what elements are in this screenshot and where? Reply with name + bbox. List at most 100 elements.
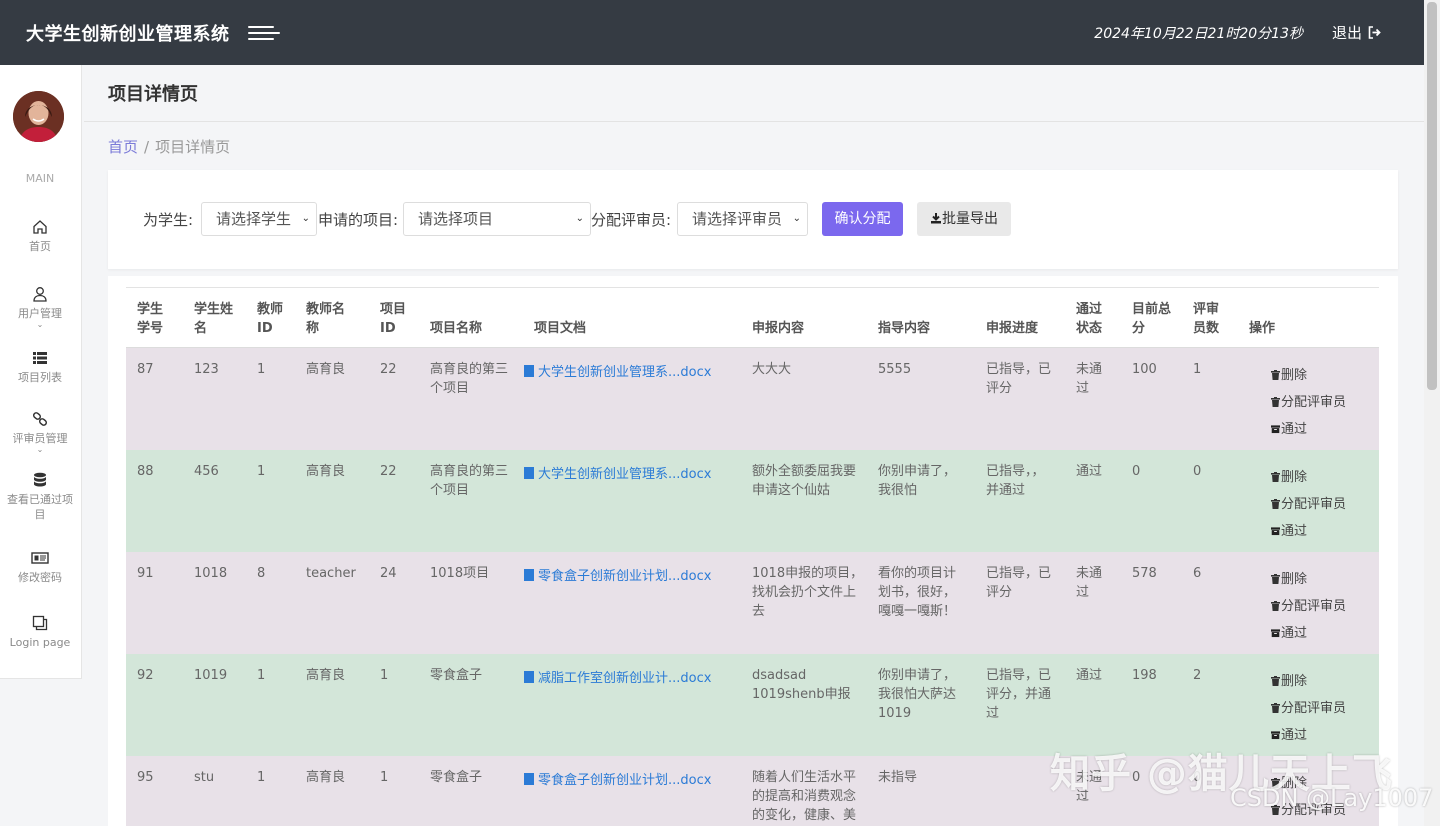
sidebar-item-home[interactable]: 首页 bbox=[0, 218, 80, 254]
batch-export-button[interactable]: 批量导出 bbox=[917, 202, 1011, 236]
sidebar-item-label: 项目列表 bbox=[18, 371, 62, 384]
trash-icon bbox=[1271, 574, 1280, 584]
sidebar-item-label: 用户管理 bbox=[18, 307, 62, 320]
trash-icon bbox=[1271, 676, 1280, 686]
breadcrumb: 首页 / 项目详情页 bbox=[108, 138, 231, 156]
cell-student-id: 88 bbox=[137, 464, 154, 479]
project-doc-link[interactable]: 大学生创新创业管理系...docx bbox=[524, 465, 711, 484]
sidebar-item-reviewer-management[interactable]: 评审员管理 ⌄ bbox=[0, 410, 80, 454]
reviewer-select-value: 请选择评审员 bbox=[692, 210, 783, 228]
assign-reviewer-button[interactable]: 分配评审员 bbox=[1271, 697, 1346, 716]
project-doc-link[interactable]: 零食盒子创新创业计划...docx bbox=[524, 771, 711, 790]
cell-content: dsadsad 1019shenb申报 bbox=[752, 668, 851, 702]
cell-project-name: 高育良的第三 个项目 bbox=[430, 464, 509, 498]
menu-toggle-icon[interactable] bbox=[247, 23, 280, 43]
file-icon bbox=[524, 671, 534, 683]
scrollbar-thumb[interactable] bbox=[1427, 2, 1437, 390]
cell-status: 未通过 bbox=[1076, 566, 1103, 600]
breadcrumb-home-link[interactable]: 首页 bbox=[108, 138, 138, 156]
cell-project-name: 零食盒子 bbox=[430, 770, 483, 785]
cell-reviewers: 6 bbox=[1193, 566, 1202, 581]
divider bbox=[84, 121, 1424, 122]
col-teacher-id: 教师 ID bbox=[257, 302, 284, 336]
approve-button[interactable]: 通过 bbox=[1271, 418, 1307, 437]
cell-project-id: 24 bbox=[380, 566, 397, 581]
cell-status: 未通过 bbox=[1076, 362, 1103, 396]
project-doc-link[interactable]: 大学生创新创业管理系...docx bbox=[524, 363, 711, 382]
delete-button[interactable]: 删除 bbox=[1271, 670, 1307, 689]
delete-button[interactable]: 删除 bbox=[1271, 568, 1307, 587]
student-select[interactable]: 请选择学生 ⌄ bbox=[201, 202, 317, 236]
project-select-value: 请选择项目 bbox=[418, 210, 494, 228]
cell-score: 198 bbox=[1132, 668, 1157, 683]
assign-reviewer-button[interactable]: 分配评审员 bbox=[1271, 493, 1346, 512]
database-icon bbox=[34, 472, 46, 487]
cell-guidance: 看你的项目计 划书，很好， 嘎嘎一嘎斯！ bbox=[878, 566, 957, 619]
cell-student-id: 95 bbox=[137, 770, 154, 785]
confirm-assign-button[interactable]: 确认分配 bbox=[822, 202, 903, 236]
student-select-value: 请选择学生 bbox=[216, 210, 292, 228]
cell-student-name: 123 bbox=[194, 362, 219, 377]
logout-label: 退出 bbox=[1331, 24, 1362, 42]
cell-teacher-id: 8 bbox=[257, 566, 266, 581]
approve-button[interactable]: 通过 bbox=[1271, 622, 1307, 641]
col-progress: 申报进度 bbox=[986, 321, 1039, 336]
assign-reviewer-button[interactable]: 分配评审员 bbox=[1271, 595, 1346, 614]
download-icon bbox=[931, 213, 941, 224]
sidebar-item-label: 查看已通过项目 bbox=[7, 493, 73, 521]
col-project-doc: 项目文档 bbox=[534, 321, 587, 336]
chevron-down-icon: ⌄ bbox=[301, 213, 310, 224]
reviewer-select[interactable]: 请选择评审员 ⌄ bbox=[677, 202, 808, 236]
project-doc-link[interactable]: 零食盒子创新创业计划...docx bbox=[524, 567, 711, 586]
cell-project-id: 1 bbox=[380, 668, 389, 683]
table-row: 91 1018 8 teacher 24 1018项目 1018申报的项目， 找机会扔个文件上… bbox=[126, 552, 1379, 654]
delete-button[interactable]: 删除 bbox=[1271, 466, 1307, 485]
trash-icon bbox=[1271, 370, 1280, 380]
sidebar-item-user-management[interactable]: 用户管理 ⌄ bbox=[0, 285, 80, 329]
file-icon bbox=[524, 773, 534, 785]
approve-button[interactable]: 通过 bbox=[1271, 520, 1307, 539]
cell-guidance: 你别申请了， 我很怕大萨达 1019 bbox=[878, 668, 957, 721]
cell-student-name: 1018 bbox=[194, 566, 228, 581]
col-reviewers: 评审 员数 bbox=[1193, 302, 1220, 336]
pages-icon bbox=[32, 615, 48, 631]
sidebar-item-project-list[interactable]: 项目列表 bbox=[0, 349, 80, 385]
cell-student-name: 1019 bbox=[194, 668, 228, 683]
project-select[interactable]: 请选择项目 ⌄ bbox=[403, 202, 591, 236]
cell-teacher-id: 1 bbox=[257, 770, 266, 785]
logout-button[interactable]: 退出 bbox=[1332, 22, 1382, 43]
sidebar-item-label: 首页 bbox=[29, 240, 51, 253]
sidebar-item-approved-projects[interactable]: 查看已通过项目 bbox=[0, 471, 80, 522]
sidebar-item-label: 修改密码 bbox=[18, 571, 62, 584]
cell-project-name: 零食盒子 bbox=[430, 668, 483, 683]
list-icon bbox=[33, 352, 47, 364]
cell-teacher-id: 1 bbox=[257, 668, 266, 683]
project-doc-link[interactable]: 减脂工作室创新创业计...docx bbox=[524, 669, 711, 688]
cell-content: 随着人们生活水平 的提高和消费观念 的变化，健康、美 bbox=[752, 770, 857, 823]
cell-student-id: 87 bbox=[137, 362, 154, 377]
cell-score: 0 bbox=[1132, 464, 1141, 479]
student-label: 为学生: bbox=[143, 211, 194, 229]
cell-teacher-id: 1 bbox=[257, 464, 266, 479]
cell-project-id: 22 bbox=[380, 362, 397, 377]
archive-icon bbox=[1271, 731, 1280, 740]
col-score: 目前总分 bbox=[1132, 302, 1172, 336]
file-icon bbox=[524, 569, 534, 581]
cell-progress: 已指导，已 评分 bbox=[986, 566, 1052, 600]
cell-teacher-name: 高育良 bbox=[306, 668, 346, 683]
cell-project-name: 1018项目 bbox=[430, 566, 490, 581]
home-icon bbox=[33, 220, 47, 234]
card-icon bbox=[31, 552, 49, 564]
datetime-display: 2024年10月22日21时20分13秒 bbox=[1094, 25, 1303, 42]
delete-button[interactable]: 删除 bbox=[1271, 364, 1307, 383]
top-header: 大学生创新创业管理系统 2024年10月22日21时20分13秒 退出 bbox=[0, 0, 1424, 65]
trash-icon bbox=[1271, 499, 1280, 509]
chevron-down-icon: ⌄ bbox=[575, 213, 584, 224]
assign-reviewer-button[interactable]: 分配评审员 bbox=[1271, 391, 1346, 410]
sidebar-item-login-page[interactable]: Login page bbox=[0, 614, 80, 650]
cell-status: 通过 bbox=[1076, 668, 1103, 683]
trash-icon bbox=[1271, 397, 1280, 407]
sidebar-item-change-password[interactable]: 修改密码 bbox=[0, 549, 80, 585]
trash-icon bbox=[1271, 703, 1280, 713]
cell-guidance: 你别申请了， 我很怕 bbox=[878, 464, 957, 498]
